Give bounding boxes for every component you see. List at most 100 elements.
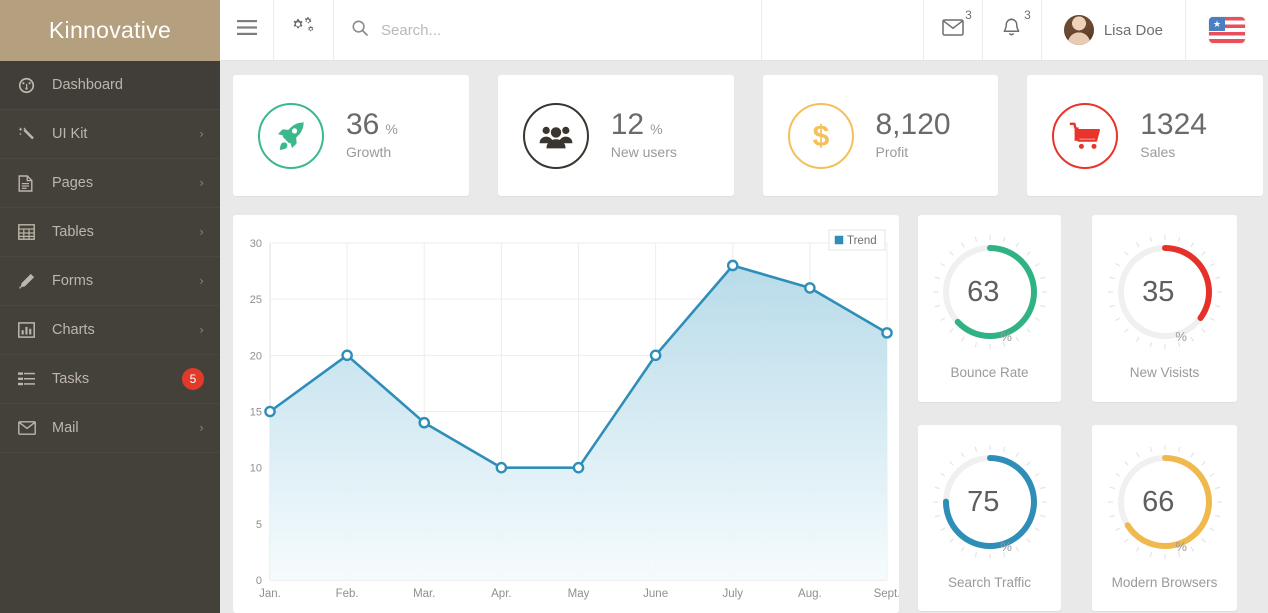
user-menu[interactable]: Lisa Doe (1042, 0, 1187, 60)
stat-body: 36% Growth (346, 109, 398, 162)
x-axis-tick: Jan. (259, 588, 281, 600)
trend-chart[interactable]: 0 5 10 15 20 25 30 Jan.: 15 Feb.: 20 Mar.: 14 Apr.… (233, 215, 899, 613)
notifications-count: 3 (1024, 8, 1031, 22)
gauge-card-bounce-rate[interactable]: 63% Bounce Rate (918, 215, 1061, 402)
topbar: 3 3 Lisa Doe ★ (220, 0, 1268, 61)
sidebar-item-ui-kit[interactable]: UI Kit › (0, 110, 220, 159)
envelope-icon (18, 421, 44, 435)
gauge-grid: 63% Bounce Rate 35% New Visists 75% Search Tr… (918, 215, 1263, 613)
gauge-card-modern-browsers[interactable]: 66% Modern Browsers (1092, 425, 1237, 611)
stat-icon-ring (522, 102, 589, 169)
sidebar-item-label: Dashboard (52, 77, 123, 93)
gauge-label: Bounce Rate (950, 365, 1029, 380)
x-axis-tick: June (643, 588, 668, 600)
sidebar: Kinnovative Dashboard UI Kit › Pages › Tables… (0, 0, 220, 613)
stat-value: 12 (610, 108, 645, 142)
x-axis-tick: Aug. (798, 588, 822, 600)
chart-point[interactable]: May: 10 (572, 461, 585, 474)
stat-icon-ring: $ (787, 102, 854, 169)
pencil-icon (18, 273, 44, 290)
magic-wand-icon (18, 126, 44, 143)
settings-button[interactable] (274, 0, 334, 60)
stat-body: 12% New users (611, 109, 677, 162)
dashboard-icon (18, 77, 44, 94)
gauge-dial: 35% (1107, 234, 1223, 350)
messages-button[interactable]: 3 (924, 0, 983, 60)
cart-icon (1069, 122, 1101, 150)
gauge-value-group: 66% (1107, 444, 1223, 560)
gauge-unit: % (1000, 539, 1012, 554)
rocket-icon (275, 120, 307, 152)
flag-star: ★ (1209, 17, 1226, 31)
sidebar-item-label: Charts (52, 322, 95, 338)
chart-point[interactable]: Apr.: 10 (495, 461, 508, 474)
search-input[interactable] (381, 21, 601, 39)
us-flag-icon: ★ (1209, 17, 1246, 43)
svg-text:$: $ (812, 120, 829, 153)
sidebar-badge: 5 (182, 368, 204, 390)
gauge-label: New Visists (1129, 365, 1200, 380)
stat-value-row: 36% (346, 109, 398, 141)
avatar (1063, 15, 1094, 45)
chevron-right-icon: › (199, 176, 204, 190)
chart-point[interactable]: Jan.: 15 (264, 405, 276, 418)
chart-point[interactable]: Feb.: 20 (341, 349, 353, 362)
language-selector[interactable]: ★ (1186, 0, 1268, 60)
sidebar-item-label: Tasks (52, 371, 90, 387)
stat-icon-ring (1052, 102, 1119, 169)
stat-card-growth[interactable]: 36% Growth (233, 75, 469, 196)
stat-card-sales[interactable]: 1324 Sales (1027, 75, 1263, 196)
chevron-right-icon: › (199, 421, 204, 435)
stat-card-new-users[interactable]: 12% New users (497, 75, 734, 196)
y-axis-tick: 25 (250, 294, 262, 306)
chart-point[interactable]: July: 28 (726, 259, 739, 272)
y-axis-tick: 30 (250, 238, 262, 250)
chart-point[interactable]: Sept.: 22 (881, 327, 893, 339)
sidebar-item-dashboard[interactable]: Dashboard (0, 61, 220, 110)
stat-unit: % (385, 121, 398, 138)
notifications-button[interactable]: 3 (983, 0, 1042, 60)
gauge-label: Modern Browsers (1111, 575, 1218, 590)
y-axis-tick: 15 (250, 407, 262, 419)
chevron-right-icon: › (199, 323, 204, 337)
gauge-value-group: 75% (932, 444, 1048, 560)
chart-point[interactable]: Mar.: 14 (418, 416, 431, 429)
gauge-value-group: 35% (1107, 234, 1223, 350)
sidebar-item-charts[interactable]: Charts › (0, 306, 220, 355)
brand-header: Kinnovative (0, 0, 220, 61)
gauge-card-search-traffic[interactable]: 75% Search Traffic (918, 425, 1061, 611)
bell-icon (1002, 17, 1021, 43)
gauge-unit: % (1000, 329, 1012, 344)
x-axis-tick: May (568, 588, 590, 600)
dashboard-page: Kinnovative Dashboard UI Kit › Pages › Tables… (0, 0, 1268, 613)
gauge-card-new-visists[interactable]: 35% New Visists (1092, 215, 1237, 402)
sidebar-item-label: Forms (52, 273, 94, 289)
gauge-dial: 75% (932, 444, 1048, 560)
gauge-unit: % (1175, 329, 1187, 344)
stat-icon-ring (258, 102, 324, 169)
y-axis-tick: 5 (256, 519, 262, 531)
gauge-unit: % (1175, 539, 1187, 554)
chart-point[interactable]: June: 20 (649, 349, 662, 362)
chart-point[interactable]: Aug.: 26 (804, 282, 816, 294)
brand-name: Kinnovative (48, 17, 172, 43)
x-axis-tick: Sept. (874, 588, 899, 600)
chevron-right-icon: › (199, 225, 204, 239)
sidebar-item-forms[interactable]: Forms › (0, 257, 220, 306)
gauge-value-group: 63% (932, 234, 1048, 350)
menu-toggle-button[interactable] (220, 0, 274, 60)
search-icon (352, 19, 368, 41)
sidebar-item-tables[interactable]: Tables › (0, 208, 220, 257)
stat-card-profit[interactable]: $8,120 Profit (762, 75, 999, 196)
x-axis-tick: Mar. (413, 588, 435, 600)
stat-label: Profit (875, 143, 909, 160)
file-icon (18, 174, 44, 192)
sidebar-item-label: UI Kit (52, 126, 88, 142)
cogs-icon (292, 16, 316, 44)
stat-body: 1324 Sales (1140, 109, 1207, 162)
sidebar-item-pages[interactable]: Pages › (0, 159, 220, 208)
sidebar-item-tasks[interactable]: Tasks 5 (0, 355, 220, 404)
sidebar-item-mail[interactable]: Mail › (0, 404, 220, 453)
stat-body: 8,120 Profit (876, 109, 951, 162)
search-container[interactable] (334, 0, 763, 60)
